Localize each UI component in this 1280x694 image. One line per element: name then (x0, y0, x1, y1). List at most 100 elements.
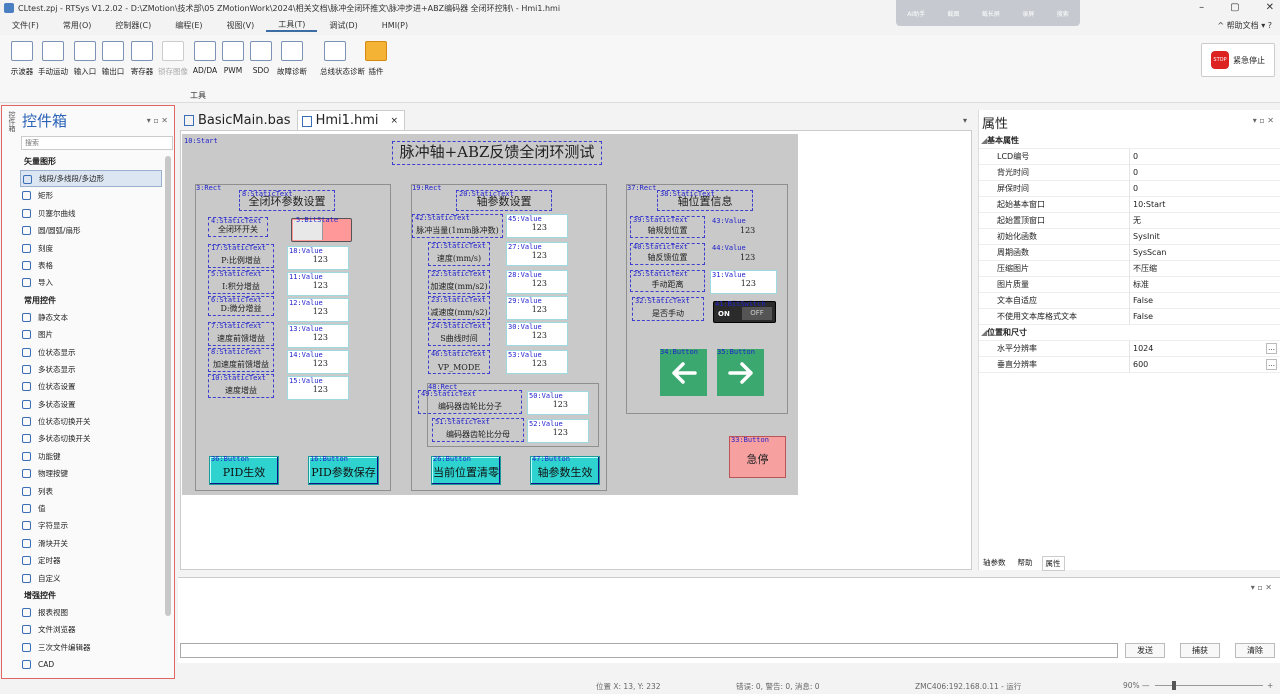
axis-param-value[interactable]: 30:Value 123 (506, 322, 568, 346)
zoom-in-button[interactable]: + (1267, 681, 1273, 690)
toolbox-item[interactable]: 多状态显示 (20, 361, 162, 378)
maximize-button[interactable]: ▢ (1230, 2, 1239, 13)
property-value[interactable]: 600 (1133, 357, 1148, 373)
toolbox-item[interactable]: 报表视图 (20, 604, 162, 621)
toolbox-item[interactable]: 物理按键 (20, 465, 162, 482)
ellipsis-button[interactable]: … (1266, 343, 1277, 354)
toolbox-item[interactable]: 图片 (20, 326, 162, 343)
toolbox-item[interactable]: 矩形 (20, 187, 162, 204)
capture-button[interactable]: 捕获 (1180, 643, 1220, 658)
encoder-ratio-value[interactable]: 50:Value 123 (527, 391, 589, 415)
toolbox-item[interactable]: 静态文本 (20, 309, 162, 326)
property-value[interactable]: SysScan (1133, 245, 1166, 261)
emergency-stop-button[interactable]: STOP 紧急停止 (1201, 43, 1275, 77)
toolbox-item[interactable]: 位状态切换开关 (20, 413, 162, 430)
toolbox-item[interactable]: 文件浏览器 (20, 621, 162, 638)
pid-param-label[interactable]: 10:StaticText 速度增益 (208, 374, 274, 398)
toolbox-scrollbar[interactable] (165, 156, 171, 616)
register-tool[interactable]: 寄存器 (127, 41, 157, 77)
property-row[interactable]: 屏保时间 0 (979, 181, 1280, 197)
axis-position-heading[interactable]: 38:StaticText 轴位置信息 (657, 190, 753, 211)
toolbox-section-header[interactable]: 矢量图形 (20, 153, 162, 170)
property-section[interactable]: ◢ 基本属性 (979, 133, 1280, 149)
tab-basicmain[interactable]: BasicMain.bas (180, 110, 297, 130)
pid-param-value[interactable]: 15:Value 123 (287, 376, 349, 400)
toolbox-vertical-tab[interactable]: 控件箱 (5, 111, 17, 132)
axis-position-label[interactable]: 25:StaticText 手动距离 (630, 270, 705, 292)
document-menu-icon[interactable]: ▾ (963, 116, 967, 125)
toolbox-pane-controls[interactable]: ▾ ▫ ✕ (147, 116, 168, 125)
property-value[interactable]: 无 (1133, 213, 1141, 229)
toolbox-item[interactable]: 多状态切换开关 (20, 430, 162, 447)
axis-position-label[interactable]: 40:StaticText 轴反馈位置 (630, 243, 705, 265)
property-value[interactable]: False (1133, 309, 1153, 325)
property-row[interactable]: 起始置顶窗口 无 (979, 213, 1280, 229)
property-value[interactable]: 1024 (1133, 341, 1153, 357)
pid-param-value[interactable]: 13:Value 123 (287, 324, 349, 348)
toolbox-item[interactable]: 表格 (20, 257, 162, 274)
axis-param-label[interactable]: 23:StaticText 减速度(mm/s2) (428, 296, 490, 320)
property-row[interactable]: 起始基本窗口 10:Start (979, 197, 1280, 213)
zero-position-button[interactable]: 26:Button 当前位置清零 (431, 456, 501, 485)
pwm-tool[interactable]: PWM (218, 41, 248, 75)
menu-view[interactable]: 视图(V) (215, 20, 267, 31)
manual-distance-value[interactable]: 31:Value 123 (710, 270, 777, 294)
toolbox-item[interactable]: 值 (20, 500, 162, 517)
latch-image-tool[interactable]: 锁存图像 (158, 41, 188, 77)
input-port-tool[interactable]: 输入口 (70, 41, 100, 77)
jog-left-button[interactable]: 34:Button (660, 349, 707, 396)
toolbox-search-input[interactable] (21, 136, 173, 150)
adda-tool[interactable]: AD/DA (190, 41, 220, 75)
property-row[interactable]: 周期函数 SysScan (979, 245, 1280, 261)
toolbox-item[interactable]: 位状态设置 (20, 378, 162, 395)
toolbox-item[interactable]: 自定义 (20, 570, 162, 587)
output-pane-controls[interactable]: ▾ ▫ ✕ (1251, 583, 1272, 592)
manual-mode-toggle[interactable]: 41:BitSwitch ON OFF (713, 301, 776, 323)
jog-right-button[interactable]: 35:Button (717, 349, 764, 396)
toolbox-item[interactable]: 功能键 (20, 448, 162, 465)
hmi-title[interactable]: 脉冲轴+ABZ反馈全闭环测试 (392, 141, 602, 165)
property-row[interactable]: 初始化函数 SysInit (979, 229, 1280, 245)
tab-hmi1[interactable]: Hmi1.hmi × (296, 110, 406, 130)
pid-param-label[interactable]: 6:StaticText D:微分增益 (208, 296, 274, 316)
axis-position-value[interactable]: 43:Value 123 (712, 218, 755, 236)
property-row[interactable]: 文本自适应 False (979, 293, 1280, 309)
sdo-tool[interactable]: SDO (246, 41, 276, 75)
property-value[interactable]: 标准 (1133, 277, 1149, 293)
property-value[interactable]: False (1133, 293, 1153, 309)
pid-param-label[interactable]: 7:StaticText 速度前馈增益 (208, 322, 274, 346)
axis-param-label[interactable]: 22:StaticText 加速度(mm/s2) (428, 270, 490, 294)
toolbox-item[interactable]: 导入 (20, 274, 162, 291)
axis-param-heading[interactable]: 20:StaticText 轴参数设置 (456, 190, 552, 211)
axis-param-value[interactable]: 53:Value 123 (506, 350, 568, 374)
help-docs-button[interactable]: ^ 帮助文档 ▾ ? (1217, 20, 1272, 31)
properties-pane-controls[interactable]: ▾ ▫ ✕ (1253, 116, 1274, 125)
toolbox-section-header[interactable]: 增强控件 (20, 587, 162, 604)
tab-properties[interactable]: 属性 (1041, 556, 1065, 571)
manual-motion-tool[interactable]: 手动运动 (38, 41, 68, 77)
property-value[interactable]: 10:Start (1133, 197, 1165, 213)
pid-apply-button[interactable]: 36:Button PID生效 (209, 456, 279, 485)
axis-param-value[interactable]: 29:Value 123 (506, 296, 568, 320)
toolbox-item[interactable]: 滑块开关 (20, 535, 162, 552)
property-row[interactable]: LCD编号 0 (979, 149, 1280, 165)
menu-common[interactable]: 常用(O) (51, 20, 104, 31)
toolbox-item[interactable]: 贝塞尔曲线 (20, 205, 162, 222)
axis-param-label[interactable]: 21:StaticText 速度(mm/s) (428, 242, 490, 266)
hmi-estop-button[interactable]: 33:Button 急停 (729, 436, 786, 478)
toolbox-item[interactable]: 字符显示 (20, 517, 162, 534)
encoder-ratio-value[interactable]: 52:Value 123 (527, 419, 589, 443)
clear-button[interactable]: 清除 (1235, 643, 1275, 658)
tab-axis-params[interactable]: 轴参数 (980, 556, 1009, 571)
axis-param-label[interactable]: 42:StaticText 脉冲当量(1mm脉冲数) (412, 214, 503, 238)
closed-loop-switch-label[interactable]: 4:StaticText 全闭环开关 (208, 217, 268, 237)
zoom-slider-thumb[interactable] (1172, 681, 1176, 690)
property-row[interactable]: 垂直分辨率 600… (979, 357, 1280, 373)
property-value[interactable]: 0 (1133, 149, 1138, 165)
pid-param-label[interactable]: 17:StaticText P:比例增益 (208, 244, 274, 268)
bus-diagnosis-tool[interactable]: 总线状态诊断 (320, 41, 365, 77)
toolbox-item[interactable]: 列表 (20, 483, 162, 500)
axis-param-value[interactable]: 28:Value 123 (506, 270, 568, 294)
oscilloscope-tool[interactable]: 示波器 (7, 41, 37, 77)
toolbox-item[interactable]: 圆/圆弧/扇形 (20, 222, 162, 239)
